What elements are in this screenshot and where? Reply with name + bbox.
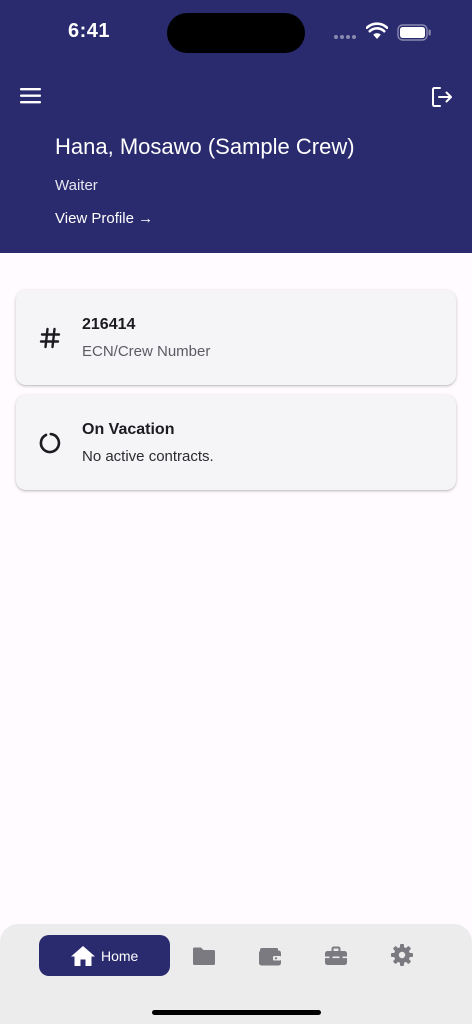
- app-header: 6:41 Hana, Mosawo (Sample Crew) Waiter V…: [0, 0, 472, 253]
- hash-icon: [39, 327, 61, 349]
- bottom-navigation: Home: [0, 924, 472, 1024]
- crew-number-label: ECN/Crew Number: [82, 343, 211, 360]
- home-icon: [71, 946, 95, 966]
- menu-icon[interactable]: [19, 85, 43, 107]
- wallet-icon[interactable]: [257, 944, 283, 968]
- folder-icon[interactable]: [191, 944, 217, 968]
- crew-role: Waiter: [55, 177, 98, 194]
- nav-home-label: Home: [101, 948, 139, 964]
- crew-number-value: 216414: [82, 316, 136, 333]
- loading-circle-icon: [39, 432, 61, 454]
- toolbox-icon[interactable]: [323, 944, 349, 968]
- status-bar: 6:41: [0, 0, 472, 64]
- contract-status-title: On Vacation: [82, 421, 175, 438]
- nav-home-button[interactable]: Home: [39, 935, 170, 976]
- gear-icon[interactable]: [389, 943, 415, 967]
- signal-icon: [334, 35, 358, 53]
- contract-status-detail: No active contracts.: [82, 448, 214, 465]
- crew-number-card: 216414 ECN/Crew Number: [16, 290, 456, 385]
- contract-status-card: On Vacation No active contracts.: [16, 395, 456, 490]
- logout-icon[interactable]: [430, 85, 454, 109]
- dynamic-island: [167, 13, 305, 53]
- battery-icon: [397, 24, 431, 41]
- home-indicator: [152, 1010, 321, 1015]
- crew-name: Hana, Mosawo (Sample Crew): [55, 134, 355, 159]
- status-time: 6:41: [68, 20, 111, 42]
- wifi-icon: [366, 22, 388, 39]
- view-profile-link[interactable]: View Profile →: [55, 210, 153, 227]
